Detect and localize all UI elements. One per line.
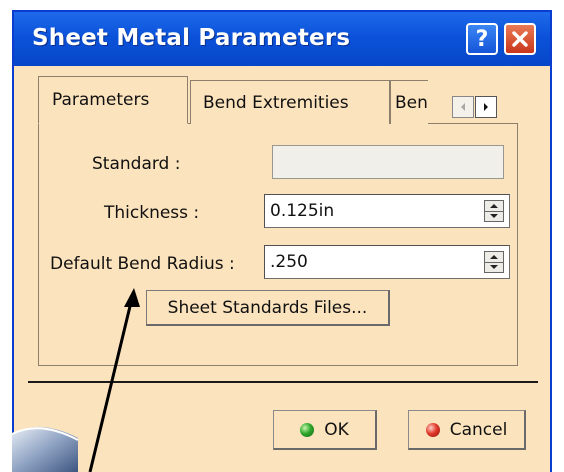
tab-parameters[interactable]: Parameters [38,76,188,124]
annotation-arrow-icon [88,288,140,472]
tab-label: Parameters [52,90,150,110]
